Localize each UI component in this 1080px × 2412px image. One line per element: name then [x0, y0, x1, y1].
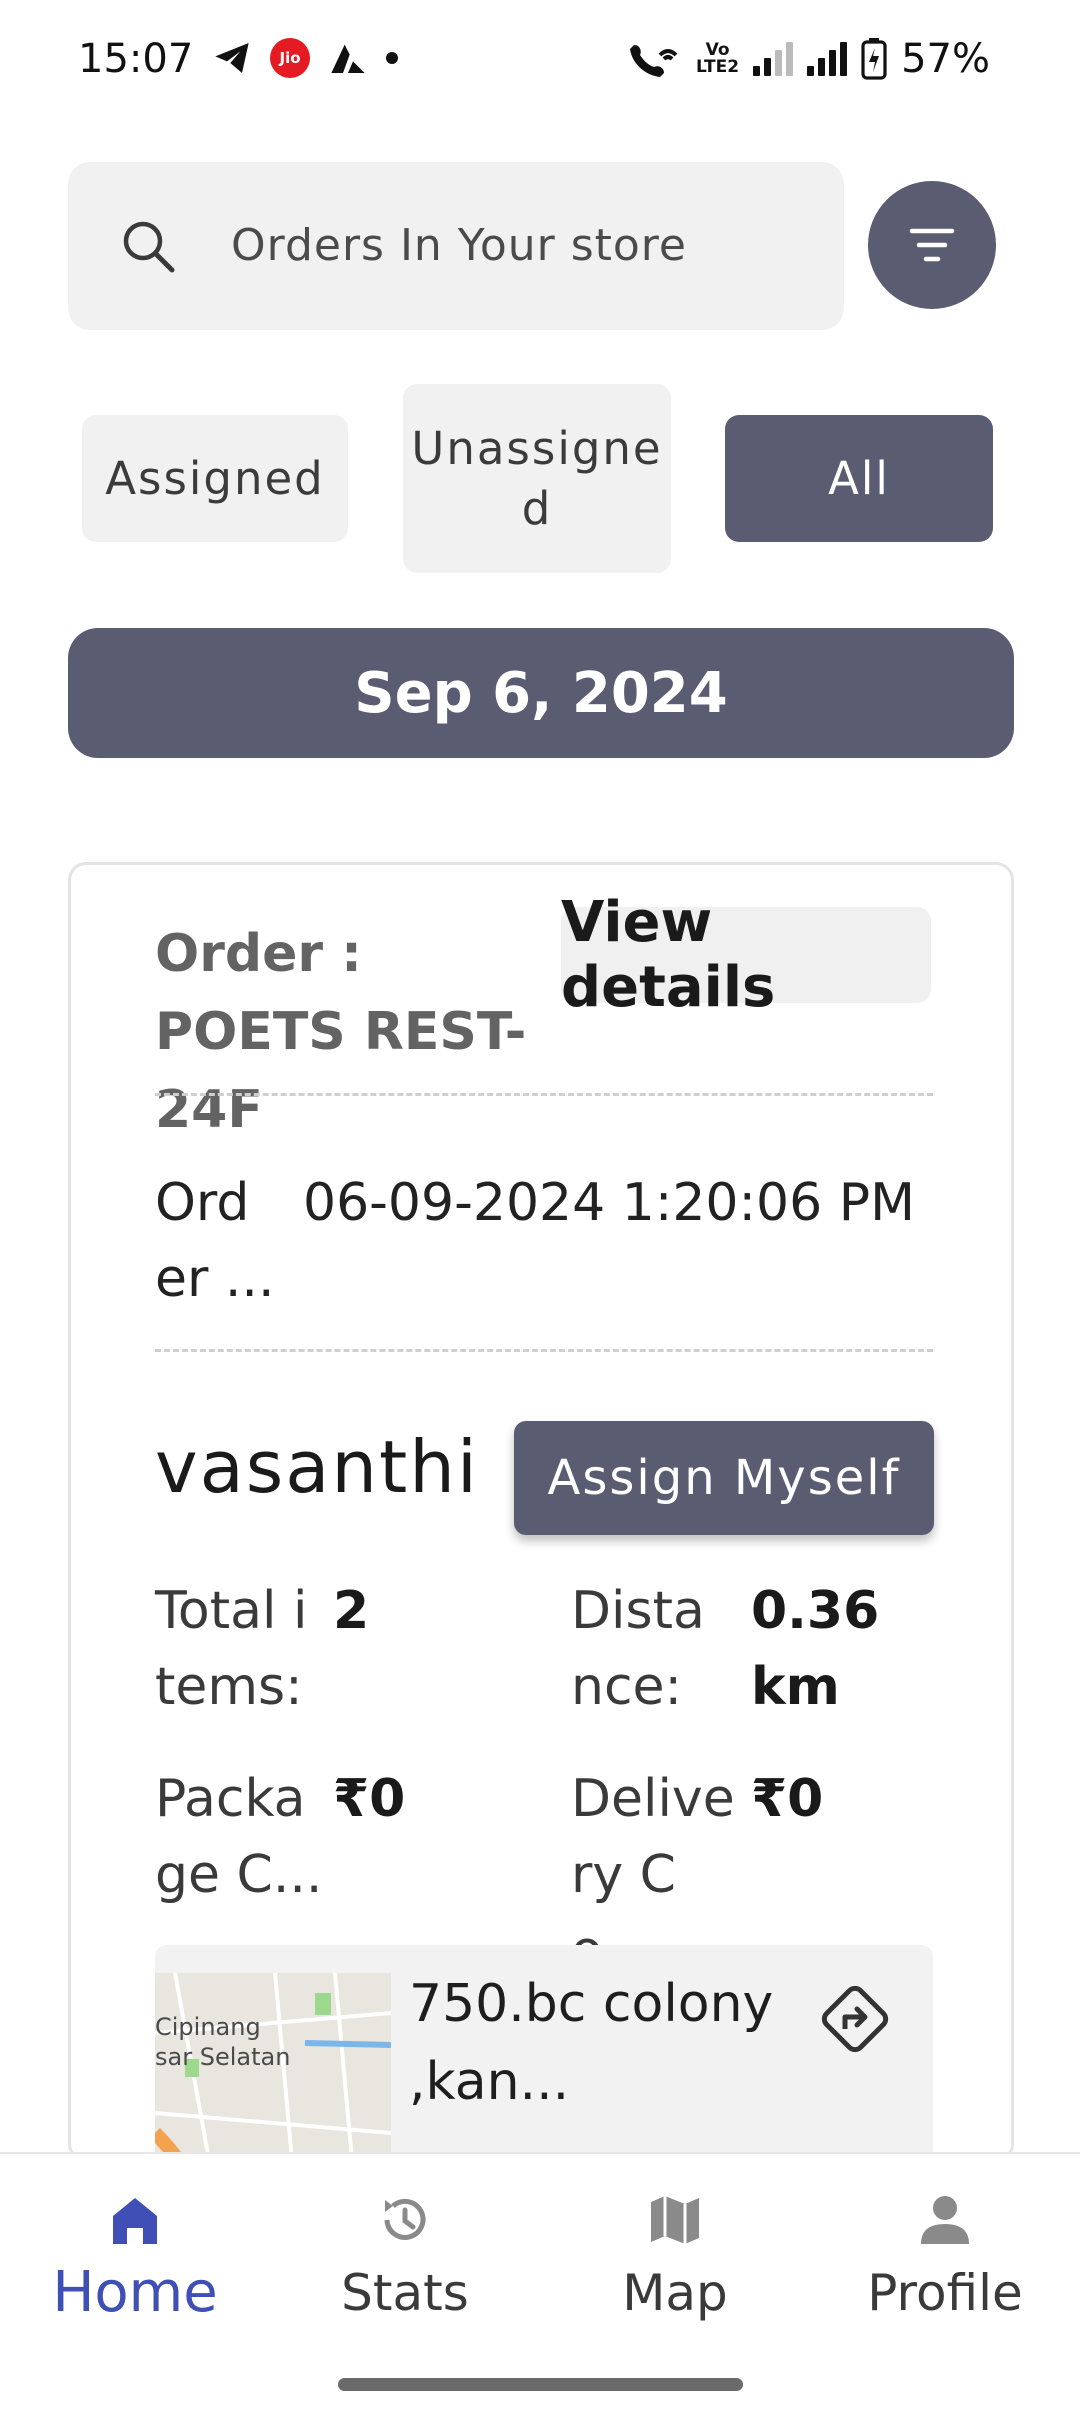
- filter-icon: [909, 228, 955, 262]
- bottom-navigation: Home Stats Map Profile: [0, 2152, 1080, 2412]
- nav-stats[interactable]: Stats: [270, 2154, 540, 2394]
- total-items-value: 2: [333, 1581, 370, 1641]
- map-icon: [651, 2196, 699, 2244]
- map-label: Cipinang: [155, 2013, 261, 2041]
- package-charge-value: ₹0: [333, 1769, 406, 1829]
- nav-home[interactable]: Home: [0, 2154, 270, 2394]
- jio-icon: Jio: [270, 38, 310, 78]
- status-time: 15:07: [78, 36, 194, 82]
- address-text: 750.bc colony ,kan...: [409, 1974, 774, 2112]
- nav-stats-label: Stats: [341, 2264, 469, 2322]
- system-status-icons: Vo LTE2 57%: [628, 36, 990, 82]
- order-date-value: 06-09-2024 1:20:06 PM: [303, 1173, 915, 1233]
- distance-label: Distance:: [571, 1581, 705, 1717]
- nav-profile-label: Profile: [867, 2264, 1023, 2322]
- assign-myself-button[interactable]: Assign Myself: [514, 1421, 934, 1535]
- package-charge-label: Package C...: [155, 1769, 323, 1905]
- nav-map-label: Map: [622, 2264, 728, 2322]
- map-thumbnail[interactable]: Cipinang sar Selatan: [155, 1973, 391, 2162]
- gesture-home-indicator[interactable]: [338, 2378, 743, 2391]
- history-icon: [384, 2198, 426, 2240]
- nav-map[interactable]: Map: [540, 2154, 810, 2394]
- telegram-icon: [215, 43, 249, 73]
- view-details-button[interactable]: View details: [561, 890, 931, 1020]
- directions-icon[interactable]: [815, 1979, 895, 2059]
- distance-value: 0.36 km: [751, 1581, 880, 1717]
- map-label: sar Selatan: [155, 2043, 290, 2071]
- delivery-charge-value: ₹0: [751, 1769, 824, 1829]
- signal-weak-icon: [753, 42, 794, 76]
- divider: [155, 1093, 933, 1096]
- status-bar: 15:07 Jio Vo LTE2 57%: [0, 0, 1080, 124]
- app-notification-icon: [331, 44, 365, 73]
- home-icon: [113, 2198, 157, 2244]
- battery-percent: 57%: [901, 36, 990, 82]
- notification-icons: Jio: [212, 38, 398, 78]
- order-date-label: Order ...: [155, 1173, 275, 1309]
- search-placeholder: Orders In Your store: [231, 220, 688, 271]
- battery-charging-icon: [861, 38, 887, 80]
- tab-all[interactable]: All: [725, 415, 993, 542]
- total-items-label: Total items:: [155, 1581, 308, 1717]
- search-input[interactable]: Orders In Your store: [68, 162, 844, 330]
- nav-profile[interactable]: Profile: [810, 2154, 1080, 2394]
- customer-name: vasanthi: [155, 1425, 479, 1509]
- wifi-call-icon: [630, 45, 678, 77]
- nav-home-label: Home: [52, 2260, 218, 2325]
- tab-assigned[interactable]: Assigned: [82, 415, 348, 542]
- order-card: Order : POETS REST-24F View details Orde…: [68, 862, 1014, 2162]
- volte-icon: Vo LTE2: [696, 40, 740, 77]
- more-notifications-dot: [386, 52, 398, 64]
- divider: [155, 1349, 933, 1352]
- person-icon: [921, 2196, 969, 2244]
- address-panel[interactable]: Cipinang sar Selatan 750.bc colony ,kan.…: [155, 1945, 933, 2162]
- date-selector-button[interactable]: Sep 6, 2024: [68, 628, 1014, 758]
- order-id: Order : POETS REST-24F: [155, 924, 527, 1140]
- tab-unassigned[interactable]: Unassigned: [403, 384, 671, 573]
- signal-strong-icon: [807, 42, 848, 76]
- search-icon: [123, 221, 175, 273]
- filter-button[interactable]: [868, 181, 996, 309]
